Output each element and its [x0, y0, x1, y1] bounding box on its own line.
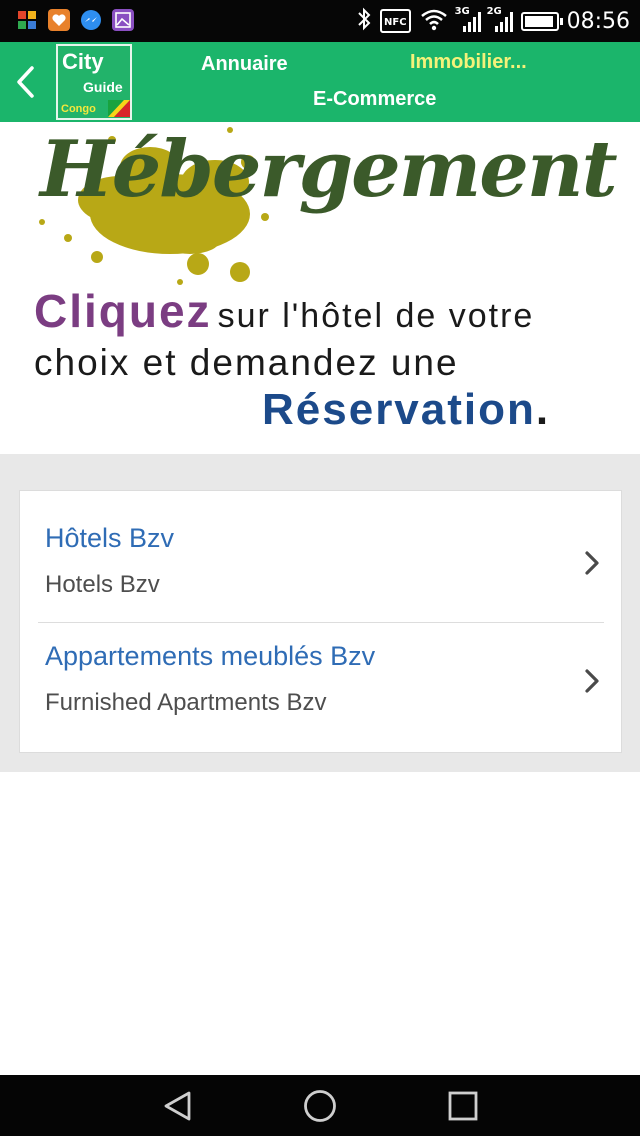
nfc-label: NFC	[384, 17, 407, 28]
logo-guide-text: Guide	[83, 79, 123, 95]
messenger-icon	[80, 9, 102, 31]
back-button[interactable]	[6, 60, 46, 104]
list-item-subtitle: Hotels Bzv	[45, 571, 160, 598]
banner-reservation: Réservation	[262, 385, 536, 434]
system-recents-button[interactable]	[446, 1089, 480, 1123]
circle-home-icon	[304, 1090, 336, 1122]
banner-cliquez: Cliquez	[34, 285, 212, 337]
hebergement-banner: Hébergement Cliquez sur l'hôtel de votre …	[0, 122, 640, 454]
signal-3g: 3G	[455, 6, 481, 32]
screen: NFC 3G 2G 08:56 City Guide Congo Annuair…	[0, 0, 640, 1136]
nfc-icon: NFC	[380, 9, 411, 33]
clock: 08:56	[566, 8, 630, 34]
congo-flag-icon	[108, 100, 130, 117]
status-indicators: NFC 3G 2G 08:56	[356, 0, 630, 42]
chevron-right-icon	[585, 551, 599, 575]
list-item-apartments[interactable]: Appartements meublés Bzv Furnished Apart…	[20, 623, 621, 741]
network-3g-label: 3G	[454, 6, 470, 17]
banner-line-3: Réservation.	[262, 385, 548, 435]
gallery-app-icon	[112, 9, 134, 31]
category-list-area: Hôtels Bzv Hotels Bzv Appartements meubl…	[0, 454, 640, 772]
banner-line-1-rest: sur l'hôtel de votre	[217, 297, 535, 335]
system-back-button[interactable]	[161, 1089, 195, 1123]
chevron-right-icon	[585, 669, 599, 693]
nav-ecommerce[interactable]: E-Commerce	[313, 88, 436, 111]
nav-immobilier[interactable]: Immobilier...	[410, 51, 527, 74]
status-bar: NFC 3G 2G 08:56	[0, 0, 640, 42]
system-navigation-bar	[0, 1075, 640, 1136]
list-item-subtitle: Furnished Apartments Bzv	[45, 689, 327, 716]
city-guide-logo[interactable]: City Guide Congo	[56, 44, 132, 120]
puzzle-app-icon	[16, 9, 38, 31]
triangle-back-icon	[164, 1091, 191, 1121]
banner-title: Hébergement	[40, 124, 618, 215]
chevron-left-icon	[17, 66, 34, 98]
app-header: City Guide Congo Annuaire Immobilier... …	[0, 42, 640, 122]
health-app-icon	[48, 9, 70, 31]
nav-annuaire[interactable]: Annuaire	[201, 53, 288, 76]
banner-line-2: choix et demandez une	[34, 342, 459, 383]
system-home-button[interactable]	[303, 1089, 337, 1123]
list-item-hotels[interactable]: Hôtels Bzv Hotels Bzv	[20, 505, 621, 623]
banner-line-1: Cliquez sur l'hôtel de votre	[34, 284, 534, 338]
list-item-title: Hôtels Bzv	[45, 523, 175, 553]
category-card: Hôtels Bzv Hotels Bzv Appartements meubl…	[19, 490, 622, 753]
banner-dot: .	[535, 385, 549, 434]
wifi-icon	[419, 7, 449, 36]
network-2g-label: 2G	[486, 6, 502, 17]
logo-city-text: City	[62, 49, 104, 74]
logo-congo-text: Congo	[61, 103, 96, 115]
bluetooth-icon	[356, 7, 372, 36]
square-recents-icon	[448, 1091, 478, 1121]
signal-2g: 2G	[487, 6, 513, 32]
list-item-title: Appartements meublés Bzv	[45, 641, 376, 671]
battery-icon	[520, 11, 563, 31]
